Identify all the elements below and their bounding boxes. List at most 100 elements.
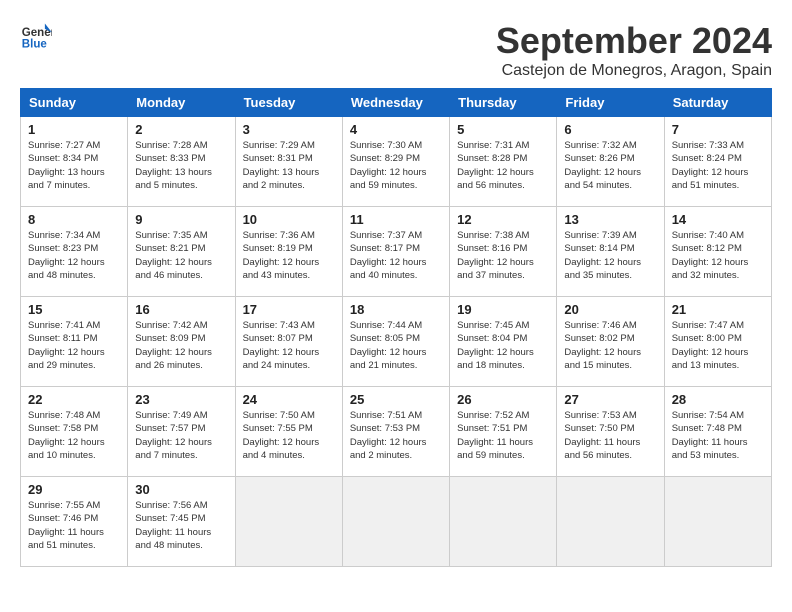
day-info: Sunrise: 7:29 AMSunset: 8:31 PMDaylight:…	[243, 139, 335, 192]
calendar-cell: 10Sunrise: 7:36 AMSunset: 8:19 PMDayligh…	[235, 207, 342, 297]
calendar-cell: 29 Sunrise: 7:55 AMSunset: 7:46 PMDayligh…	[21, 477, 128, 567]
day-info: Sunrise: 7:32 AMSunset: 8:26 PMDaylight:…	[564, 139, 656, 192]
calendar-cell: 19 Sunrise: 7:45 AMSunset: 8:04 PMDayligh…	[450, 297, 557, 387]
weekday-header-monday: Monday	[128, 89, 235, 117]
calendar-cell: 30 Sunrise: 7:56 AMSunset: 7:45 PMDayligh…	[128, 477, 235, 567]
calendar-cell	[664, 477, 771, 567]
calendar-cell: 16 Sunrise: 7:42 AMSunset: 8:09 PMDayligh…	[128, 297, 235, 387]
day-number: 14	[672, 212, 764, 227]
calendar-cell: 9 Sunrise: 7:35 AMSunset: 8:21 PMDaylight…	[128, 207, 235, 297]
calendar-cell: 12 Sunrise: 7:38 AMSunset: 8:16 PMDayligh…	[450, 207, 557, 297]
calendar-cell: 2 Sunrise: 7:28 AMSunset: 8:33 PMDaylight…	[128, 117, 235, 207]
day-info: Sunrise: 7:31 AMSunset: 8:28 PMDaylight:…	[457, 139, 549, 192]
day-info: Sunrise: 7:56 AMSunset: 7:45 PMDaylight:…	[135, 499, 227, 552]
calendar-cell: 5Sunrise: 7:31 AMSunset: 8:28 PMDaylight…	[450, 117, 557, 207]
day-info: Sunrise: 7:34 AMSunset: 8:23 PMDaylight:…	[28, 229, 120, 282]
calendar-cell	[557, 477, 664, 567]
calendar-cell	[342, 477, 449, 567]
day-number: 11	[350, 212, 442, 227]
day-number: 30	[135, 482, 227, 497]
week-row-1: 1 Sunrise: 7:27 AMSunset: 8:34 PMDaylight…	[21, 117, 772, 207]
day-number: 23	[135, 392, 227, 407]
day-number: 28	[672, 392, 764, 407]
day-number: 21	[672, 302, 764, 317]
day-number: 1	[28, 122, 120, 137]
calendar-cell: 6 Sunrise: 7:32 AMSunset: 8:26 PMDaylight…	[557, 117, 664, 207]
calendar-cell: 17 Sunrise: 7:43 AMSunset: 8:07 PMDayligh…	[235, 297, 342, 387]
logo-icon: General Blue	[20, 20, 52, 52]
calendar-cell: 1 Sunrise: 7:27 AMSunset: 8:34 PMDaylight…	[21, 117, 128, 207]
day-number: 18	[350, 302, 442, 317]
calendar-cell: 24 Sunrise: 7:50 AMSunset: 7:55 PMDayligh…	[235, 387, 342, 477]
day-info: Sunrise: 7:43 AMSunset: 8:07 PMDaylight:…	[243, 319, 335, 372]
day-number: 29	[28, 482, 120, 497]
day-info: Sunrise: 7:42 AMSunset: 8:09 PMDaylight:…	[135, 319, 227, 372]
day-info: Sunrise: 7:35 AMSunset: 8:21 PMDaylight:…	[135, 229, 227, 282]
day-number: 3	[243, 122, 335, 137]
calendar-cell: 27 Sunrise: 7:53 AMSunset: 7:50 PMDayligh…	[557, 387, 664, 477]
calendar-cell: 13Sunrise: 7:39 AMSunset: 8:14 PMDayligh…	[557, 207, 664, 297]
day-info: Sunrise: 7:27 AMSunset: 8:34 PMDaylight:…	[28, 139, 120, 192]
week-row-5: 29 Sunrise: 7:55 AMSunset: 7:46 PMDayligh…	[21, 477, 772, 567]
day-number: 24	[243, 392, 335, 407]
day-number: 16	[135, 302, 227, 317]
day-info: Sunrise: 7:50 AMSunset: 7:55 PMDaylight:…	[243, 409, 335, 462]
weekday-header-row: SundayMondayTuesdayWednesdayThursdayFrid…	[21, 89, 772, 117]
title-block: September 2024 Castejon de Monegros, Ara…	[496, 20, 772, 80]
day-number: 27	[564, 392, 656, 407]
week-row-3: 15 Sunrise: 7:41 AMSunset: 8:11 PMDayligh…	[21, 297, 772, 387]
day-info: Sunrise: 7:45 AMSunset: 8:04 PMDaylight:…	[457, 319, 549, 372]
day-info: Sunrise: 7:53 AMSunset: 7:50 PMDaylight:…	[564, 409, 656, 462]
day-info: Sunrise: 7:52 AMSunset: 7:51 PMDaylight:…	[457, 409, 549, 462]
calendar-cell: 26 Sunrise: 7:52 AMSunset: 7:51 PMDayligh…	[450, 387, 557, 477]
calendar-cell: 20Sunrise: 7:46 AMSunset: 8:02 PMDayligh…	[557, 297, 664, 387]
week-row-4: 22Sunrise: 7:48 AMSunset: 7:58 PMDayligh…	[21, 387, 772, 477]
day-number: 26	[457, 392, 549, 407]
calendar-cell: 14 Sunrise: 7:40 AMSunset: 8:12 PMDayligh…	[664, 207, 771, 297]
logo: General Blue	[20, 20, 52, 52]
calendar-cell: 21 Sunrise: 7:47 AMSunset: 8:00 PMDayligh…	[664, 297, 771, 387]
day-info: Sunrise: 7:54 AMSunset: 7:48 PMDaylight:…	[672, 409, 764, 462]
day-info: Sunrise: 7:30 AMSunset: 8:29 PMDaylight:…	[350, 139, 442, 192]
day-info: Sunrise: 7:40 AMSunset: 8:12 PMDaylight:…	[672, 229, 764, 282]
svg-text:Blue: Blue	[22, 39, 48, 51]
day-number: 9	[135, 212, 227, 227]
month-title: September 2024	[496, 20, 772, 62]
day-number: 2	[135, 122, 227, 137]
day-info: Sunrise: 7:44 AMSunset: 8:05 PMDaylight:…	[350, 319, 442, 372]
page-header: General Blue September 2024 Castejon de …	[20, 20, 772, 80]
day-number: 7	[672, 122, 764, 137]
day-info: Sunrise: 7:41 AMSunset: 8:11 PMDaylight:…	[28, 319, 120, 372]
day-number: 12	[457, 212, 549, 227]
calendar-cell	[450, 477, 557, 567]
day-number: 19	[457, 302, 549, 317]
calendar-cell: 25Sunrise: 7:51 AMSunset: 7:53 PMDayligh…	[342, 387, 449, 477]
calendar-cell: 22Sunrise: 7:48 AMSunset: 7:58 PMDayligh…	[21, 387, 128, 477]
calendar-cell: 18 Sunrise: 7:44 AMSunset: 8:05 PMDayligh…	[342, 297, 449, 387]
day-number: 6	[564, 122, 656, 137]
day-info: Sunrise: 7:28 AMSunset: 8:33 PMDaylight:…	[135, 139, 227, 192]
day-info: Sunrise: 7:33 AMSunset: 8:24 PMDaylight:…	[672, 139, 764, 192]
calendar-cell: 7 Sunrise: 7:33 AMSunset: 8:24 PMDaylight…	[664, 117, 771, 207]
day-number: 15	[28, 302, 120, 317]
day-info: Sunrise: 7:38 AMSunset: 8:16 PMDaylight:…	[457, 229, 549, 282]
day-info: Sunrise: 7:55 AMSunset: 7:46 PMDaylight:…	[28, 499, 120, 552]
calendar-cell: 15 Sunrise: 7:41 AMSunset: 8:11 PMDayligh…	[21, 297, 128, 387]
weekday-header-tuesday: Tuesday	[235, 89, 342, 117]
weekday-header-sunday: Sunday	[21, 89, 128, 117]
calendar-cell: 11 Sunrise: 7:37 AMSunset: 8:17 PMDayligh…	[342, 207, 449, 297]
day-number: 17	[243, 302, 335, 317]
weekday-header-saturday: Saturday	[664, 89, 771, 117]
day-info: Sunrise: 7:47 AMSunset: 8:00 PMDaylight:…	[672, 319, 764, 372]
calendar-cell: 8 Sunrise: 7:34 AMSunset: 8:23 PMDaylight…	[21, 207, 128, 297]
calendar-cell: 4 Sunrise: 7:30 AMSunset: 8:29 PMDaylight…	[342, 117, 449, 207]
day-number: 13	[564, 212, 656, 227]
weekday-header-thursday: Thursday	[450, 89, 557, 117]
weekday-header-friday: Friday	[557, 89, 664, 117]
day-number: 8	[28, 212, 120, 227]
day-number: 22	[28, 392, 120, 407]
day-info: Sunrise: 7:51 AMSunset: 7:53 PMDaylight:…	[350, 409, 442, 462]
calendar-cell: 3 Sunrise: 7:29 AMSunset: 8:31 PMDaylight…	[235, 117, 342, 207]
day-info: Sunrise: 7:37 AMSunset: 8:17 PMDaylight:…	[350, 229, 442, 282]
day-number: 4	[350, 122, 442, 137]
